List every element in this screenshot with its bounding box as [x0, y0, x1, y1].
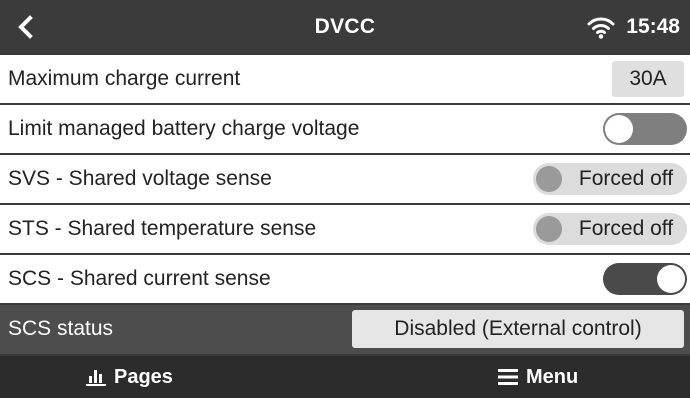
limit-voltage-label: Limit managed battery charge voltage [8, 117, 360, 140]
scs-status-value: Disabled (External control) [352, 310, 684, 348]
limit-voltage-toggle[interactable] [603, 113, 687, 145]
menu-label: Menu [526, 365, 579, 388]
menu-button[interactable]: Menu [498, 356, 578, 398]
clock: 15:48 [626, 15, 680, 38]
svs-forced-off-switch[interactable]: Forced off [533, 163, 687, 195]
toggle-knob [605, 115, 633, 143]
svs-state: Forced off [578, 167, 674, 190]
chevron-left-icon [18, 15, 33, 39]
limit-voltage-row[interactable]: Limit managed battery charge voltage [0, 105, 690, 153]
max-charge-current-label: Maximum charge current [8, 67, 241, 90]
toggle-knob [657, 265, 685, 293]
sts-label: STS - Shared temperature sense [8, 217, 317, 240]
scs-row[interactable]: SCS - Shared current sense [0, 255, 690, 303]
hamburger-menu-icon [498, 369, 518, 385]
scs-label: SCS - Shared current sense [8, 267, 271, 290]
bar-chart-icon [86, 370, 106, 386]
sts-state: Forced off [578, 217, 674, 240]
wifi-icon [587, 17, 615, 39]
scs-status-row[interactable]: SCS status Disabled (External control) [0, 305, 690, 354]
max-charge-current-row[interactable]: Maximum charge current 30A [0, 55, 690, 103]
pages-button[interactable]: Pages [86, 356, 173, 398]
switch-knob [536, 166, 562, 192]
sts-forced-off-switch[interactable]: Forced off [533, 213, 687, 245]
dvcc-screen: DVCC 15:48 Maximum charge current 30A Li… [0, 0, 690, 398]
sts-row[interactable]: STS - Shared temperature sense Forced of… [0, 205, 690, 253]
svs-row[interactable]: SVS - Shared voltage sense Forced off [0, 155, 690, 203]
svs-label: SVS - Shared voltage sense [8, 167, 272, 190]
settings-list: Maximum charge current 30A Limit managed… [0, 55, 690, 354]
bottom-bar: Pages Menu [0, 356, 690, 398]
max-charge-current-value[interactable]: 30A [612, 61, 684, 97]
scs-status-label: SCS status [8, 317, 114, 340]
top-bar: DVCC 15:48 [0, 0, 690, 54]
scs-toggle[interactable] [603, 263, 687, 295]
pages-label: Pages [114, 365, 173, 388]
switch-knob [536, 216, 562, 242]
back-button[interactable] [10, 13, 40, 41]
